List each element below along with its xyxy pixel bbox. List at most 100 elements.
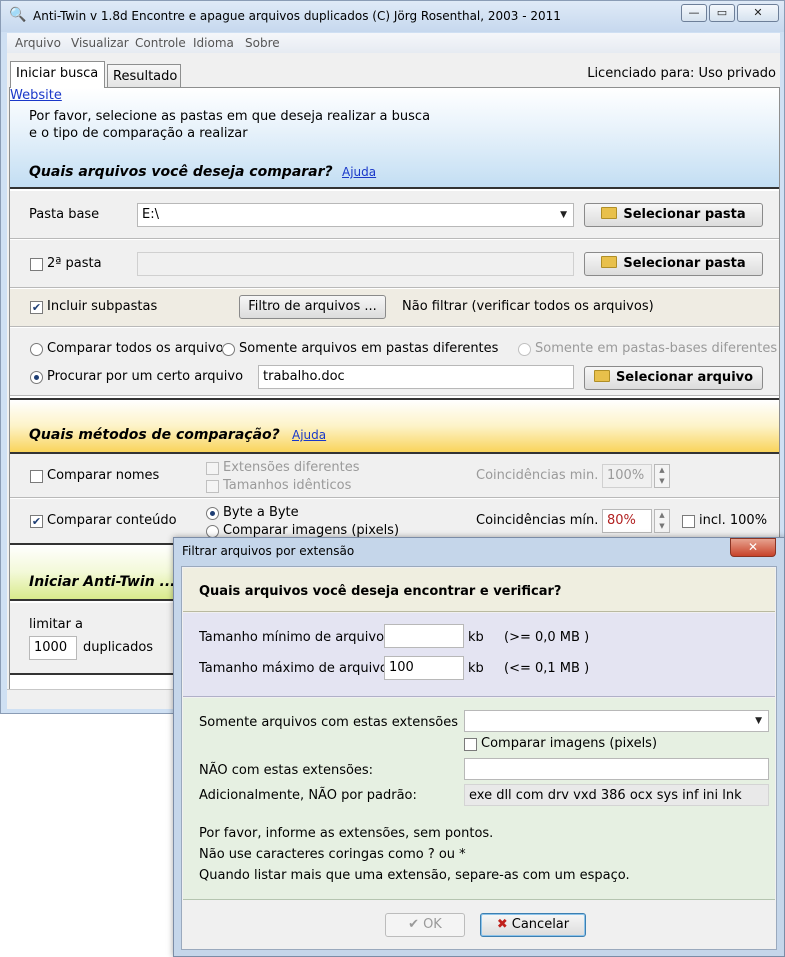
x-icon: ✖ (496, 917, 508, 932)
dialog-compare-images-label: Comparar imagens (pixels) (481, 736, 658, 751)
menu-idioma[interactable]: Idioma (193, 36, 234, 50)
dialog-button-area: ✔ OK ✖ Cancelar (183, 901, 775, 949)
second-folder-row: 2ª pasta Selecionar pasta (10, 240, 779, 288)
cancel-label: Cancelar (511, 917, 570, 932)
comparison-scope-row: Comparar todos os arquivos Somente arqui… (10, 328, 779, 396)
min-matches-input[interactable]: 100% (602, 464, 652, 488)
menu-arquivo[interactable]: Arquivo (15, 36, 61, 50)
compare-content-label: Comparar conteúdo (47, 513, 177, 528)
ok-label: OK (423, 917, 442, 932)
extension-filter-area: Somente arquivos com estas extensões ▼ C… (183, 698, 775, 900)
note-line-1: Por favor, informe as extensões, sem pon… (199, 826, 494, 841)
include-subfolders-checkbox[interactable]: ✔ (30, 301, 43, 314)
menu-sobre[interactable]: Sobre (245, 36, 280, 50)
note-line-3: Quando listar mais que uma extensão, sep… (199, 868, 630, 883)
window-title: Anti-Twin v 1.8d Encontre e apague arqui… (33, 9, 561, 23)
menu-controle[interactable]: Controle (135, 36, 186, 50)
files-header: Por favor, selecione as pastas em que de… (10, 88, 779, 189)
cancel-button[interactable]: ✖ Cancelar (480, 913, 586, 937)
license-label: Licenciado para: Uso privado (587, 66, 776, 81)
menu-bar: Arquivo Visualizar Controle Idioma Sobre (7, 33, 780, 53)
select-second-folder-button[interactable]: Selecionar pasta (584, 252, 763, 276)
filter-dialog: Filtrar arquivos por extensão ✕ Quais ar… (173, 537, 785, 957)
tab-resultado[interactable]: Resultado (107, 64, 181, 88)
start-section-title[interactable]: Iniciar Anti-Twin ... (29, 574, 176, 590)
select-folder-label: Selecionar pasta (623, 207, 746, 222)
second-folder-checkbox[interactable] (30, 258, 43, 271)
compare-names-label: Comparar nomes (47, 468, 160, 483)
minimize-button[interactable]: — (681, 4, 707, 22)
default-excluded-label: Adicionalmente, NÃO por padrão: (199, 788, 417, 803)
min-size-label: Tamanho mínimo de arquivo (199, 630, 384, 645)
base-folder-value: E:\ (142, 207, 159, 222)
radio-compare-all-label: Comparar todos os arquivos (47, 341, 222, 356)
dialog-compare-images-checkbox[interactable] (464, 738, 477, 751)
min-matches-spinner[interactable]: ▲ ▼ (654, 464, 670, 488)
content-matches-input[interactable]: 80% (602, 509, 652, 533)
min-matches-label: Coincidências min. (476, 468, 599, 483)
methods-help-link[interactable]: Ajuda (292, 428, 326, 442)
radio-search-file[interactable] (30, 371, 43, 384)
compare-content-checkbox[interactable]: ✔ (30, 515, 43, 528)
min-size-hint: (>= 0,0 MB ) (504, 630, 590, 645)
chevron-down-icon[interactable]: ▼ (755, 716, 762, 726)
dialog-title: Filtrar arquivos por extensão (182, 544, 355, 558)
note-line-2: Não use caracteres coringas como ? ou * (199, 847, 466, 862)
limit-label: limitar a (29, 617, 84, 632)
compare-names-checkbox[interactable] (30, 470, 43, 483)
radio-base-folders[interactable] (518, 343, 531, 356)
menu-visualizar[interactable]: Visualizar (71, 36, 129, 50)
identical-sizes-checkbox[interactable] (206, 480, 219, 493)
byte-by-byte-label: Byte a Byte (223, 505, 299, 520)
files-help-link[interactable]: Ajuda (342, 165, 376, 179)
radio-different-folders[interactable] (222, 343, 235, 356)
methods-section-title: Quais métodos de comparação? (29, 427, 280, 443)
folder-icon (601, 256, 618, 268)
different-extensions-checkbox[interactable] (206, 462, 219, 475)
chevron-down-icon[interactable]: ▼ (560, 210, 567, 220)
size-filter-area: Tamanho mínimo de arquivo kb (>= 0,0 MB … (183, 613, 775, 697)
compare-names-row: Comparar nomes Extensões diferentes Tama… (10, 454, 779, 498)
ok-button[interactable]: ✔ OK (385, 913, 465, 937)
select-file-button[interactable]: Selecionar arquivo (584, 366, 763, 390)
max-size-label: Tamanho máximo de arquivo (199, 661, 384, 676)
second-folder-label: 2ª pasta (47, 256, 102, 271)
dialog-heading-area: Quais arquivos você deseja encontrar e v… (183, 568, 775, 612)
tab-iniciar-busca[interactable]: Iniciar busca (10, 61, 105, 88)
select-base-folder-button[interactable]: Selecionar pasta (584, 203, 763, 227)
search-file-input[interactable]: trabalho.doc (258, 365, 574, 389)
dialog-close-button[interactable]: ✕ (730, 538, 776, 557)
compare-images-label: Comparar imagens (pixels) (223, 523, 400, 538)
not-ext-input[interactable] (464, 758, 769, 780)
subfolders-row: ✔ Incluir subpastas Filtro de arquivos .… (10, 289, 779, 327)
min-size-input[interactable] (384, 624, 464, 648)
max-size-hint: (<= 0,1 MB ) (504, 661, 590, 676)
limit-input[interactable]: 1000 (29, 636, 77, 660)
file-filter-button[interactable]: Filtro de arquivos ... (239, 295, 386, 319)
second-folder-input[interactable] (137, 252, 574, 276)
radio-different-folders-label: Somente arquivos em pastas diferentes (239, 341, 499, 356)
intro-line-2: e o tipo de comparação a realizar (29, 126, 248, 141)
content-matches-spinner[interactable]: ▲ ▼ (654, 509, 670, 533)
different-extensions-label: Extensões diferentes (223, 460, 360, 475)
min-size-unit: kb (468, 630, 484, 645)
duplicates-label: duplicados (83, 640, 154, 655)
website-link[interactable]: Website (10, 88, 62, 103)
folder-icon (593, 370, 610, 382)
default-excluded-value: exe dll com drv vxd 386 ocx sys inf ini … (464, 784, 769, 806)
only-ext-combo[interactable]: ▼ (464, 710, 769, 732)
max-size-input[interactable]: 100 (384, 656, 464, 680)
close-button[interactable]: ✕ (737, 4, 779, 22)
radio-byte-by-byte[interactable] (206, 507, 219, 520)
base-folder-label: Pasta base (29, 207, 100, 222)
dialog-heading: Quais arquivos você deseja encontrar e v… (199, 584, 562, 599)
title-bar[interactable]: 🔍 Anti-Twin v 1.8d Encontre e apague arq… (1, 1, 784, 32)
radio-compare-all[interactable] (30, 343, 43, 356)
incl-100-checkbox[interactable] (682, 515, 695, 528)
folder-icon (601, 207, 618, 219)
base-folder-combo[interactable]: E:\ ▼ (137, 203, 574, 227)
base-folder-row: Pasta base E:\ ▼ Selecionar pasta (10, 191, 779, 239)
only-ext-label: Somente arquivos com estas extensões (199, 715, 459, 730)
maximize-button[interactable]: ▭ (709, 4, 735, 22)
checkmark-icon: ✔ (408, 917, 420, 932)
